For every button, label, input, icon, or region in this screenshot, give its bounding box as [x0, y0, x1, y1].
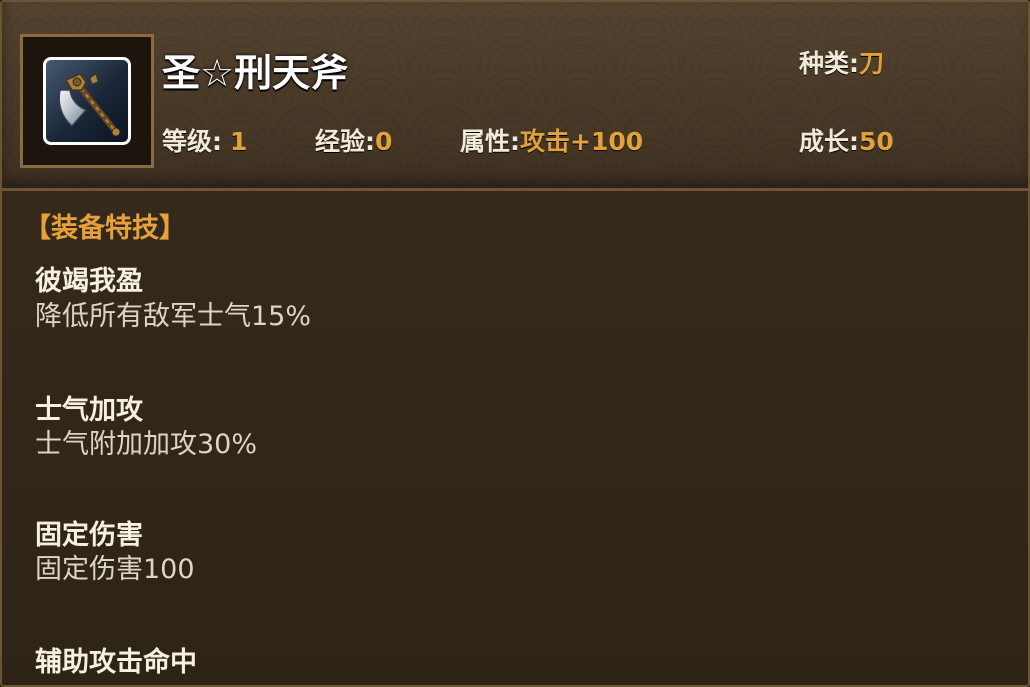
item-icon-border	[43, 57, 131, 145]
stat-level-label: 等级:	[162, 127, 222, 156]
stat-type-value: 刀	[859, 49, 885, 78]
item-name: 圣☆刑天斧	[162, 51, 349, 95]
stat-growth: 成长:50	[799, 122, 894, 158]
stat-exp-label: 经验:	[315, 127, 375, 156]
stat-exp: 经验:0	[315, 122, 392, 158]
stat-level-value: 1	[230, 127, 248, 156]
skill-name: 辅助攻击命中	[35, 647, 197, 678]
item-header: 圣☆刑天斧 种类:刀 等级: 1 经验:0 属性:攻击+100 成长:50	[2, 2, 1028, 191]
item-icon-slot[interactable]	[20, 34, 154, 168]
stat-level: 等级: 1	[162, 122, 247, 158]
stat-growth-label: 成长:	[799, 127, 859, 156]
stat-attribute-label: 属性:	[460, 127, 520, 156]
axe-icon	[58, 73, 121, 137]
stat-growth-value: 50	[859, 127, 894, 156]
stat-attribute: 属性:攻击+100	[460, 122, 643, 158]
skill-name: 彼竭我盈	[35, 266, 143, 297]
skill-description: 固定伤害100	[35, 554, 195, 585]
skills-section-title: 【装备特技】	[24, 213, 186, 244]
stat-exp-value: 0	[375, 127, 393, 156]
stat-attribute-value: 攻击+100	[520, 127, 644, 156]
skill-description: 降低所有敌军士气15%	[35, 301, 312, 332]
stat-type-label: 种类:	[799, 49, 859, 78]
skill-description: 士气附加加攻30%	[35, 429, 258, 460]
item-detail-panel: 圣☆刑天斧 种类:刀 等级: 1 经验:0 属性:攻击+100 成长:50 【装备…	[0, 0, 1030, 687]
skills-panel[interactable]: 【装备特技】 彼竭我盈 降低所有敌军士气15% 士气加攻 士气附加加攻30% 固…	[2, 191, 1028, 685]
stat-type: 种类:刀	[799, 44, 884, 80]
